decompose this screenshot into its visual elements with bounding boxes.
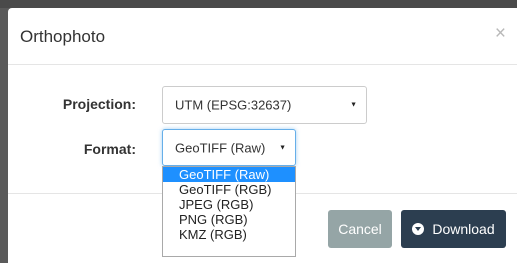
dropdown-option[interactable]: PNG (RGB): [163, 212, 295, 227]
projection-select-value: UTM (EPSG:32637): [175, 97, 292, 113]
download-button-label: Download: [432, 221, 495, 237]
projection-label: Projection:: [62, 96, 136, 112]
format-select-value: GeoTIFF (Raw): [175, 140, 266, 155]
dropdown-option[interactable]: KMZ (RGB): [163, 227, 295, 242]
dropdown-option[interactable]: GeoTIFF (Raw): [163, 167, 295, 182]
caret-down-icon: ▼: [350, 101, 357, 109]
orthophoto-dialog: Orthophoto × Projection: UTM (EPSG:32637…: [8, 8, 517, 263]
download-button[interactable]: Download: [401, 210, 506, 248]
format-dropdown-list: GeoTIFF (Raw) GeoTIFF (RGB) JPEG (RGB) P…: [162, 166, 296, 257]
close-icon[interactable]: ×: [495, 24, 506, 43]
format-select[interactable]: GeoTIFF (Raw) ▼: [162, 129, 296, 166]
dropdown-option[interactable]: JPEG (RGB): [163, 197, 295, 212]
modal-header: Orthophoto ×: [8, 8, 517, 65]
caret-down-icon: ▼: [279, 144, 286, 151]
cancel-button[interactable]: Cancel: [328, 210, 392, 248]
dropdown-option[interactable]: GeoTIFF (RGB): [163, 182, 295, 197]
download-circle-icon: [412, 223, 425, 235]
modal-title: Orthophoto: [20, 27, 106, 46]
modal-backdrop: [0, 0, 517, 8]
format-label: Format:: [83, 141, 136, 157]
projection-select[interactable]: UTM (EPSG:32637) ▼: [162, 86, 367, 124]
cancel-button-label: Cancel: [338, 221, 382, 237]
